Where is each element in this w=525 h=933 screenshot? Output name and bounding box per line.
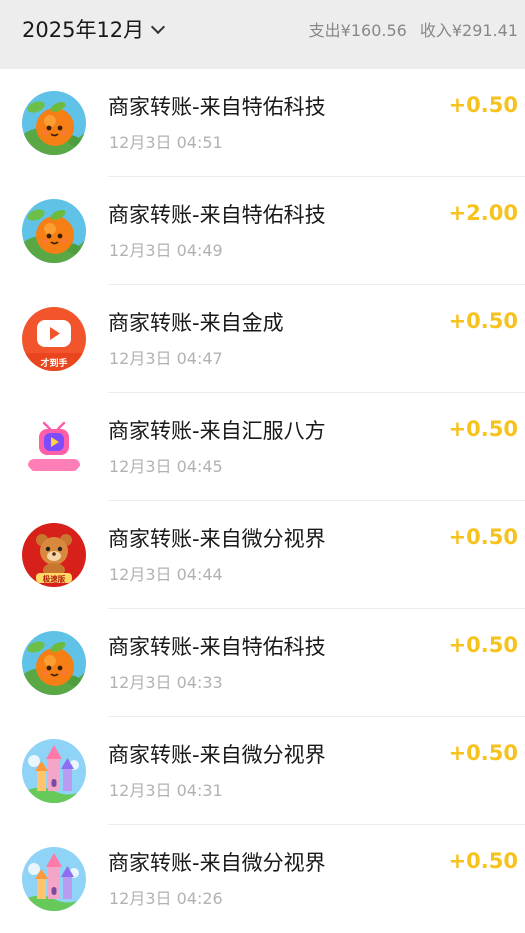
transaction-time: 12月3日 04:31 (109, 781, 223, 800)
transaction-amount: +0.50 (448, 633, 518, 657)
transaction-row[interactable]: 商家转账-来自特佑科技 12月3日 04:33 +0.50 (0, 609, 525, 717)
transaction-row[interactable]: 极速版 商家转账-来自微分视界 12月3日 04:44 +0.50 (0, 501, 525, 609)
transaction-title: 商家转账-来自微分视界 (108, 527, 326, 551)
transaction-time: 12月3日 04:33 (109, 673, 223, 692)
transaction-amount: +0.50 (448, 309, 518, 333)
transaction-time: 12月3日 04:47 (109, 349, 223, 368)
expense-total: 支出¥160.56 (308, 21, 407, 40)
castle-icon (22, 739, 86, 803)
transaction-time: 12月3日 04:45 (109, 457, 223, 476)
orange-fruit-icon (22, 199, 86, 263)
month-picker[interactable]: 2025年12月 (22, 14, 166, 44)
transaction-amount: +0.50 (448, 741, 518, 765)
transaction-title: 商家转账-来自金成 (108, 311, 284, 335)
orange-fruit-icon (22, 631, 86, 695)
video-play-icon: 才到手 (22, 307, 86, 371)
month-label: 2025年12月 (22, 18, 145, 42)
tv-play-icon (22, 415, 86, 479)
bill-header: 2025年12月 支出¥160.56 收入¥291.41 (0, 0, 525, 69)
transaction-amount: +0.50 (448, 849, 518, 873)
transaction-time: 12月3日 04:51 (109, 133, 223, 152)
transaction-amount: +2.00 (448, 201, 518, 225)
transaction-row[interactable]: 商家转账-来自微分视界 12月3日 04:26 +0.50 (0, 825, 525, 933)
transaction-row[interactable]: 才到手 商家转账-来自金成 12月3日 04:47 +0.50 (0, 285, 525, 393)
chevron-down-icon (151, 19, 166, 34)
app-badge-text: 极速版 (43, 574, 66, 584)
transaction-row[interactable]: 商家转账-来自汇服八方 12月3日 04:45 +0.50 (0, 393, 525, 501)
monthly-summary: 支出¥160.56 收入¥291.41 (309, 17, 518, 41)
transaction-title: 商家转账-来自特佑科技 (108, 95, 326, 119)
transaction-row[interactable]: 商家转账-来自特佑科技 12月3日 04:49 +2.00 (0, 177, 525, 285)
transaction-amount: +0.50 (448, 525, 518, 549)
transaction-time: 12月3日 04:49 (109, 241, 223, 260)
transaction-amount: +0.50 (448, 93, 518, 117)
transaction-time: 12月3日 04:26 (109, 889, 223, 908)
app-badge-text: 才到手 (40, 357, 67, 369)
transaction-time: 12月3日 04:44 (109, 565, 223, 584)
transaction-title: 商家转账-来自微分视界 (108, 851, 326, 875)
transaction-title: 商家转账-来自特佑科技 (108, 635, 326, 659)
orange-fruit-icon (22, 91, 86, 155)
transaction-amount: +0.50 (448, 417, 518, 441)
transaction-title: 商家转账-来自汇服八方 (108, 419, 326, 443)
transaction-list: 商家转账-来自特佑科技 12月3日 04:51 +0.50 商家转账-来自特佑科… (0, 69, 525, 933)
transaction-row[interactable]: 商家转账-来自特佑科技 12月3日 04:51 +0.50 (0, 69, 525, 177)
castle-icon (22, 847, 86, 911)
income-total: 收入¥291.41 (419, 21, 518, 40)
transaction-title: 商家转账-来自特佑科技 (108, 203, 326, 227)
bear-mascot-icon: 极速版 (22, 523, 86, 587)
transaction-title: 商家转账-来自微分视界 (108, 743, 326, 767)
transaction-row[interactable]: 商家转账-来自微分视界 12月3日 04:31 +0.50 (0, 717, 525, 825)
